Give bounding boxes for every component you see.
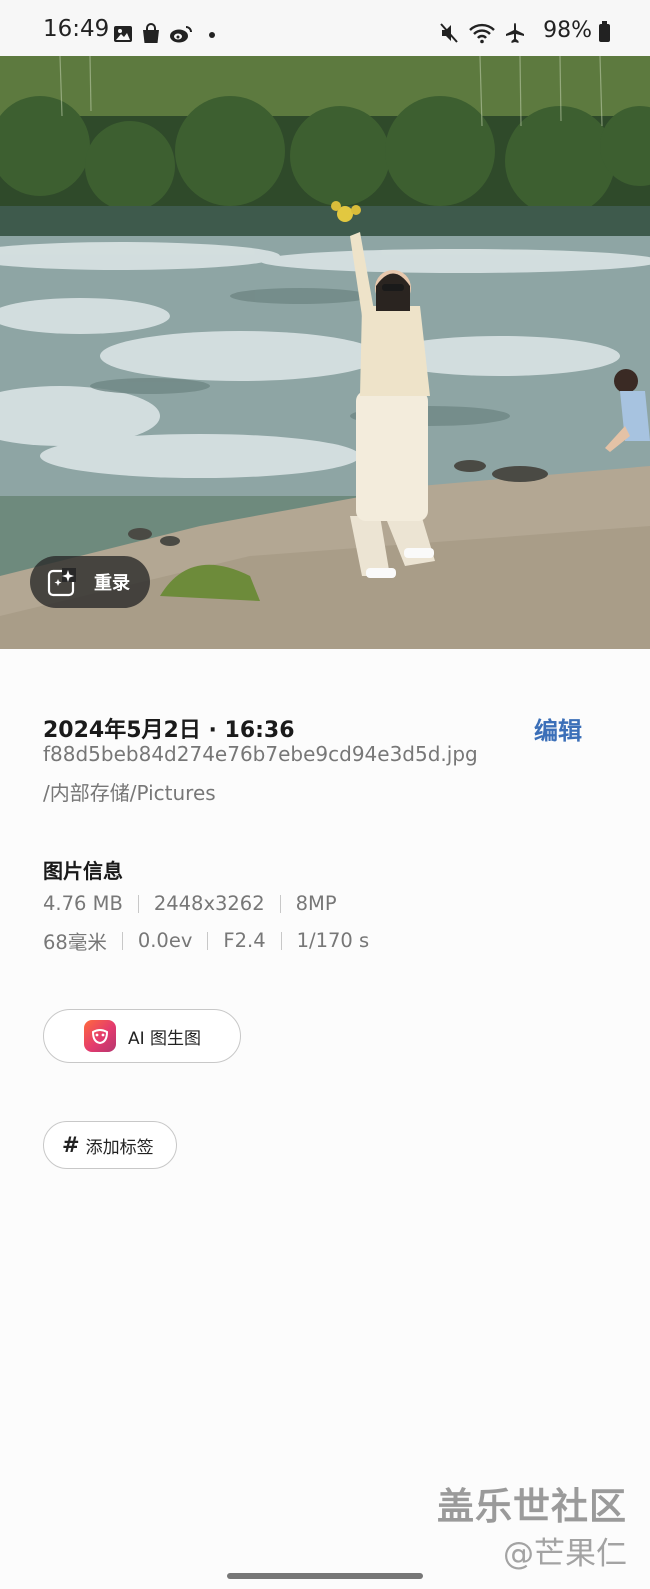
status-right-icons [439, 22, 525, 44]
airplane-icon [506, 23, 524, 43]
divider [279, 894, 281, 913]
wifi-icon [469, 23, 495, 44]
divider [137, 894, 139, 913]
status-bar: 16:49 98% [0, 0, 650, 56]
focal-length: 68毫米 [43, 931, 107, 954]
home-indicator[interactable] [227, 1573, 423, 1579]
photo-preview[interactable]: 重录 [0, 56, 650, 649]
watermark-community: 盖乐世社区 [437, 1485, 627, 1528]
divider [121, 931, 123, 950]
ai-image-generation-button[interactable]: AI 图生图 [43, 1009, 241, 1063]
image-info-title: 图片信息 [43, 859, 123, 883]
divider [207, 931, 209, 950]
shutter-speed: 1/170 s [296, 929, 370, 952]
status-left-icons [113, 22, 217, 46]
aperture: F2.4 [223, 929, 266, 952]
ai-image-generation-label: AI 图生图 [128, 1028, 202, 1049]
megapixels: 8MP [295, 892, 337, 915]
status-time: 16:49 [43, 16, 110, 42]
add-tag-label: 添加标签 [85, 1137, 154, 1158]
weibo-icon [170, 26, 192, 43]
edit-button[interactable]: 编辑 [534, 711, 582, 746]
file-path: /内部存储/Pictures [43, 781, 216, 805]
dot-icon [209, 32, 215, 38]
add-tag-button[interactable]: # 添加标签 [43, 1121, 177, 1169]
ai-app-icon [84, 1020, 116, 1052]
ai-remaster-icon [47, 568, 76, 597]
battery-percent: 98% [543, 18, 592, 43]
watermark-author: @芒果仁 [503, 1536, 627, 1572]
hash-icon: # [62, 1133, 80, 1157]
remaster-button[interactable]: 重录 [30, 556, 150, 608]
shopping-bag-icon [143, 23, 159, 43]
exposure-value: 0.0ev [137, 929, 193, 952]
resolution: 2448x3262 [153, 892, 265, 915]
file-name: f88d5beb84d274e76b7ebe9cd94e3d5d.jpg [43, 742, 478, 766]
file-size: 4.76 MB [43, 892, 123, 915]
photo-datetime: 2024年5月2日 · 16:36 [43, 718, 295, 743]
divider [280, 931, 282, 950]
image-info-row-2: 68毫米 0.0ev F2.4 1/170 s [43, 926, 369, 955]
battery-icon [599, 21, 610, 42]
gallery-icon [114, 26, 132, 42]
remaster-label: 重录 [94, 573, 130, 594]
mute-icon [440, 23, 458, 43]
image-info-row-1: 4.76 MB 2448x3262 8MP [43, 892, 337, 915]
